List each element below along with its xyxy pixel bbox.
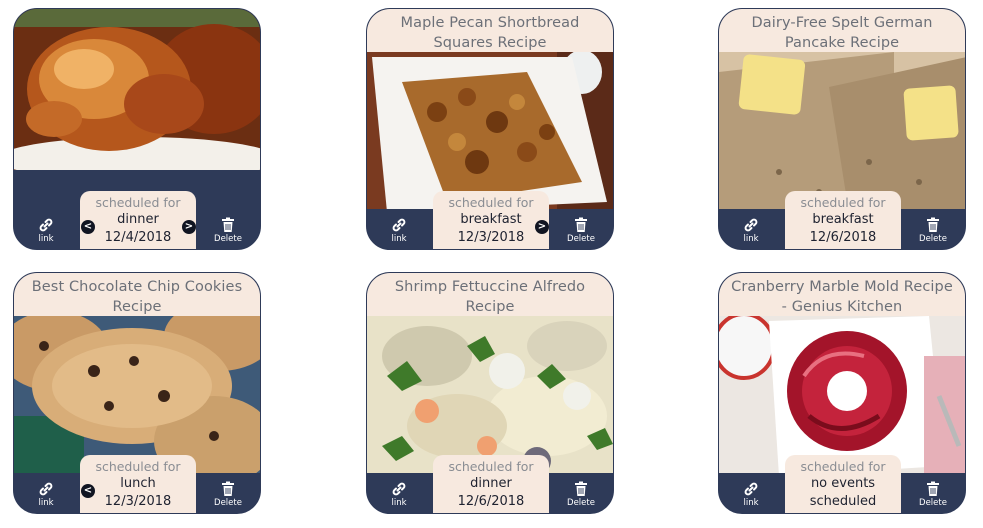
link-button[interactable]: link (379, 481, 419, 508)
delete-label: Delete (567, 234, 595, 244)
link-button[interactable]: link (379, 217, 419, 244)
link-icon (731, 217, 771, 233)
link-label: link (743, 234, 759, 244)
meal-label: dinner (470, 476, 512, 491)
delete-label: Delete (919, 234, 947, 244)
schedule-date: scheduled (809, 494, 877, 509)
recipe-photo-pancake (719, 52, 965, 213)
link-icon (26, 217, 66, 233)
schedule-box: scheduled for breakfast 12/6/2018 (785, 191, 901, 249)
delete-label: Delete (919, 498, 947, 508)
link-icon (379, 217, 419, 233)
recipe-photo-cranberry-mold (719, 316, 965, 477)
recipe-card-2: Maple Pecan Shortbread Squares Recipe li… (366, 8, 614, 250)
schedule-date: 12/3/2018 (104, 494, 172, 509)
recipe-card-4: Best Chocolate Chip Cookies Recipe link … (13, 272, 261, 514)
link-label: link (743, 498, 759, 508)
schedule-box: scheduled for dinner 12/4/2018 (80, 191, 196, 249)
link-button[interactable]: link (26, 481, 66, 508)
delete-button[interactable]: Delete (208, 217, 248, 244)
link-label: link (391, 498, 407, 508)
link-icon (379, 481, 419, 497)
link-label: link (38, 234, 54, 244)
meal-label: breakfast (460, 212, 522, 227)
trash-icon (913, 481, 953, 497)
meal-label: lunch (120, 476, 156, 491)
trash-icon (561, 481, 601, 497)
trash-icon (208, 217, 248, 233)
scheduled-label: scheduled for (95, 459, 181, 474)
trash-icon (913, 217, 953, 233)
recipe-photo-chicken (14, 9, 260, 170)
link-label: link (391, 234, 407, 244)
delete-label: Delete (214, 234, 242, 244)
recipe-title: Best Chocolate Chip Cookies Recipe (14, 273, 260, 316)
schedule-date: 12/6/2018 (457, 494, 525, 509)
link-button[interactable]: link (731, 481, 771, 508)
schedule-box: scheduled for dinner 12/6/2018 (433, 455, 549, 513)
recipe-photo-cookies (14, 316, 260, 477)
schedule-box: scheduled for no events scheduled (785, 455, 901, 513)
schedule-box: scheduled for breakfast 12/3/2018 (433, 191, 549, 249)
meal-label: no events (810, 476, 876, 491)
link-label: link (38, 498, 54, 508)
delete-button[interactable]: Delete (913, 481, 953, 508)
scheduled-label: scheduled for (448, 459, 534, 474)
recipe-title: Cranberry Marble Mold Recipe - Genius Ki… (719, 273, 965, 316)
schedule-date: 12/3/2018 (457, 230, 525, 245)
prev-date-button[interactable]: < (81, 220, 95, 234)
recipe-card-5: Shrimp Fettuccine Alfredo Recipe link sc… (366, 272, 614, 514)
delete-button[interactable]: Delete (561, 481, 601, 508)
recipe-photo-shortbread (367, 52, 613, 213)
scheduled-label: scheduled for (800, 459, 886, 474)
recipe-title: Maple Pecan Shortbread Squares Recipe (367, 9, 613, 52)
next-date-button[interactable]: > (182, 220, 196, 234)
link-icon (26, 481, 66, 497)
delete-label: Delete (214, 498, 242, 508)
schedule-date: 12/4/2018 (104, 230, 172, 245)
delete-button[interactable]: Delete (561, 217, 601, 244)
next-date-button[interactable]: > (535, 220, 549, 234)
scheduled-label: scheduled for (800, 195, 886, 210)
meal-label: breakfast (812, 212, 874, 227)
delete-label: Delete (567, 498, 595, 508)
recipe-title: Dairy-Free Spelt German Pancake Recipe (719, 9, 965, 52)
link-button[interactable]: link (26, 217, 66, 244)
recipe-photo-alfredo (367, 316, 613, 477)
recipe-card-6: Cranberry Marble Mold Recipe - Genius Ki… (718, 272, 966, 514)
schedule-date: 12/6/2018 (809, 230, 877, 245)
delete-button[interactable]: Delete (913, 217, 953, 244)
trash-icon (561, 217, 601, 233)
link-icon (731, 481, 771, 497)
recipe-title: Shrimp Fettuccine Alfredo Recipe (367, 273, 613, 316)
delete-button[interactable]: Delete (208, 481, 248, 508)
trash-icon (208, 481, 248, 497)
prev-date-button[interactable]: < (81, 484, 95, 498)
link-button[interactable]: link (731, 217, 771, 244)
scheduled-label: scheduled for (95, 195, 181, 210)
scheduled-label: scheduled for (448, 195, 534, 210)
meal-label: dinner (117, 212, 159, 227)
recipe-card-1: link scheduled for dinner 12/4/2018 < > … (13, 8, 261, 250)
recipe-card-3: Dairy-Free Spelt German Pancake Recipe l… (718, 8, 966, 250)
schedule-box: scheduled for lunch 12/3/2018 (80, 455, 196, 513)
